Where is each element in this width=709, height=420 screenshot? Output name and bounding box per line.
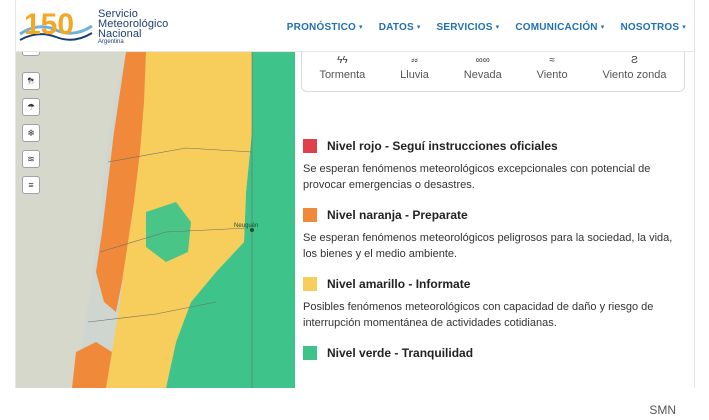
nav-datos[interactable]: DATOS ▾ <box>379 22 421 33</box>
phenomenon-zonda[interactable]: Ƨ Viento zonda <box>602 56 666 81</box>
nav-servicios[interactable]: SERVICIOS ▾ <box>437 22 500 33</box>
chevron-down-icon: ▾ <box>495 24 500 31</box>
nav-nosotros[interactable]: NOSOTROS ▾ <box>620 22 686 33</box>
page-frame: 150 Servicio Meteorológico Nacional Arge… <box>15 0 695 388</box>
logo-line-3: Nacional <box>98 28 142 40</box>
level-title: Nivel rojo - Seguí instrucciones oficial… <box>327 139 558 153</box>
logo-number: 150 <box>24 8 74 41</box>
level-red: Nivel rojo - Seguí instrucciones oficial… <box>303 138 687 193</box>
phenomena-selector: ϟϟ Tormenta ⸗⸗ Lluvia ∞∞ Nevada ≈ Viento… <box>301 46 685 92</box>
city-label: Neuquén <box>234 223 259 229</box>
level-title: Nivel naranja - Preparate <box>327 208 468 222</box>
map-toolbar: ⛈ ☂ ❄ ≋ ≡ <box>22 72 40 194</box>
level-title: Nivel amarillo - Informate <box>327 277 471 291</box>
alert-legend-panel: ϟϟ Tormenta ⸗⸗ Lluvia ∞∞ Nevada ≈ Viento… <box>295 46 694 388</box>
rain-icon: ⸗⸗ <box>411 56 418 66</box>
main-nav: PRONÓSTICO ▾ DATOS ▾ SERVICIOS ▾ COMUNICACI… <box>287 22 686 33</box>
map-tool-top[interactable] <box>22 52 40 56</box>
rain-layer-icon[interactable]: ☂ <box>22 98 40 116</box>
logo-line-4: Argentina <box>98 39 124 45</box>
green-swatch <box>303 346 317 360</box>
storm-layer-icon[interactable]: ⛈ <box>22 72 40 90</box>
photo-credit: SMN <box>649 403 676 417</box>
alert-map[interactable]: ⛈ ☂ ❄ ≋ ≡ Neuquén <box>16 52 295 388</box>
level-green: Nivel verde - Tranquilidad <box>303 345 687 361</box>
phenomenon-rain[interactable]: ⸗⸗ Lluvia <box>400 56 429 81</box>
level-description: Posibles fenómenos meteorológicos con ca… <box>303 301 654 329</box>
yellow-swatch <box>303 277 317 291</box>
nav-pronostico[interactable]: PRONÓSTICO ▾ <box>287 22 363 33</box>
smn-150-logo-icon: 150 <box>19 8 93 41</box>
nav-comunicacion[interactable]: COMUNICACIÓN ▾ <box>515 22 604 33</box>
chevron-down-icon: ▾ <box>600 24 605 31</box>
snow-icon: ∞∞ <box>475 56 490 66</box>
orange-swatch <box>303 208 317 222</box>
alert-levels-list: Nivel rojo - Seguí instrucciones oficial… <box>303 138 687 375</box>
phenomenon-snow[interactable]: ∞∞ Nevada <box>464 56 502 81</box>
phenomenon-wind[interactable]: ≈ Viento <box>537 56 568 81</box>
smn-logo[interactable]: 150 Servicio Meteorológico Nacional Arge… <box>18 4 248 48</box>
level-description: Se esperan fenómenos meteorológicos peli… <box>303 232 673 260</box>
wind-layer-icon[interactable]: ≋ <box>22 150 40 168</box>
level-yellow: Nivel amarillo - Informate Posibles fenó… <box>303 276 687 331</box>
level-title: Nivel verde - Tranquilidad <box>327 346 474 360</box>
storm-icon: ϟϟ <box>337 56 348 66</box>
zonda-layer-icon[interactable]: ≡ <box>22 176 40 194</box>
chevron-down-icon: ▾ <box>682 24 686 31</box>
zonda-wind-icon: Ƨ <box>631 56 638 66</box>
wind-icon: ≈ <box>549 56 555 66</box>
chevron-down-icon: ▾ <box>359 24 363 31</box>
level-description: Se esperan fenómenos meteorológicos exce… <box>303 163 651 191</box>
red-swatch <box>303 139 317 153</box>
phenomenon-storm[interactable]: ϟϟ Tormenta <box>319 56 365 81</box>
snow-layer-icon[interactable]: ❄ <box>22 124 40 142</box>
chevron-down-icon: ▾ <box>416 24 421 31</box>
site-header: 150 Servicio Meteorológico Nacional Arge… <box>16 0 694 52</box>
alert-map-svg <box>16 52 295 388</box>
level-orange: Nivel naranja - Preparate Se esperan fen… <box>303 207 687 262</box>
